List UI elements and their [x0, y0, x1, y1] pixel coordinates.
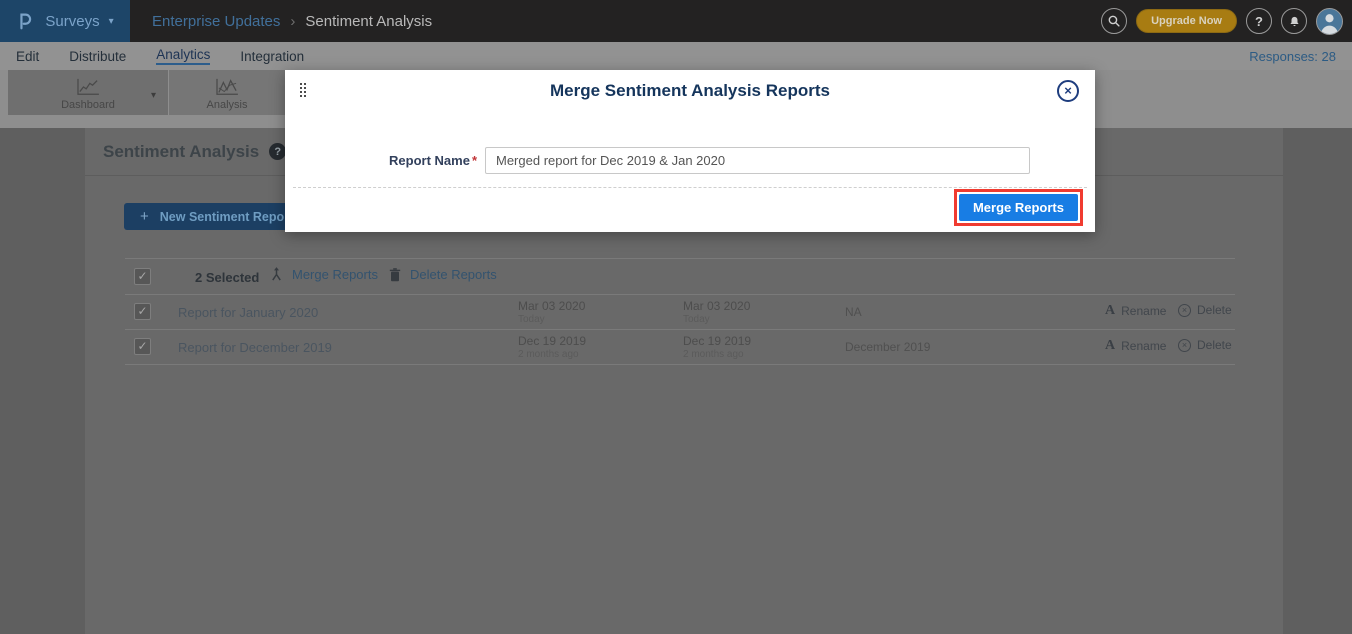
report-name-label-text: Report Name	[389, 153, 470, 168]
question-mark-icon: ?	[1255, 14, 1263, 29]
responses-count: Responses: 28	[1249, 49, 1336, 64]
created-date-relative: 2 months ago	[518, 349, 586, 360]
delete-report-action[interactable]: × Delete	[1178, 338, 1232, 352]
upgrade-now-button[interactable]: Upgrade Now	[1136, 9, 1237, 33]
survey-subnav: Edit Distribute Analytics Integration Re…	[0, 42, 1352, 70]
modified-date: Dec 19 2019	[683, 334, 751, 348]
modified-date-cell: Dec 19 2019 2 months ago	[683, 334, 751, 360]
chevron-down-icon: ▾	[109, 16, 114, 27]
subnav-item-edit[interactable]: Edit	[16, 49, 39, 64]
modified-date-relative: Today	[683, 314, 750, 325]
created-date: Mar 03 2020	[518, 299, 585, 313]
breadcrumb-current-page: Sentiment Analysis	[305, 13, 432, 30]
click-target-annotation: Merge Reports	[954, 189, 1083, 226]
merge-reports-modal: Merge Sentiment Analysis Reports × Repor…	[285, 70, 1095, 232]
product-name: Surveys	[45, 13, 99, 30]
report-label-cell: NA	[845, 305, 862, 319]
toolbar-tab-dashboard[interactable]: ▾ Dashboard	[8, 70, 168, 115]
table-row: ✓ Report for January 2020 Mar 03 2020 To…	[125, 295, 1235, 330]
merge-reports-label: Merge Reports	[292, 267, 378, 282]
table-row: ✓ Report for December 2019 Dec 19 2019 2…	[125, 330, 1235, 365]
delete-reports-action[interactable]: Delete Reports	[389, 267, 497, 282]
report-name-link[interactable]: Report for January 2020	[178, 305, 318, 320]
notifications-button[interactable]	[1281, 8, 1307, 34]
close-icon: ×	[1064, 83, 1072, 98]
trash-icon	[389, 268, 401, 282]
merge-icon	[270, 267, 283, 282]
top-navbar: Surveys ▾ Enterprise Updates › Sentiment…	[0, 0, 1352, 42]
created-date: Dec 19 2019	[518, 334, 586, 348]
breadcrumb-separator-icon: ›	[290, 13, 295, 30]
rename-icon: A	[1105, 338, 1115, 354]
delete-circle-icon: ×	[1178, 304, 1191, 317]
created-date-relative: Today	[518, 314, 585, 325]
modal-close-button[interactable]: ×	[1057, 80, 1079, 102]
selection-action-bar: ✓ 2 Selected Merge Reports Delete Re	[125, 258, 1235, 295]
line-chart-icon	[74, 77, 102, 97]
navbar-actions: Upgrade Now ?	[1101, 8, 1352, 35]
modal-title: Merge Sentiment Analysis Reports	[285, 70, 1095, 112]
selected-count: 2 Selected	[195, 270, 259, 285]
help-icon[interactable]: ?	[269, 143, 286, 160]
rename-label: Rename	[1121, 304, 1166, 318]
delete-reports-label: Delete Reports	[410, 267, 497, 282]
analysis-chart-icon	[213, 77, 241, 97]
delete-circle-icon: ×	[1178, 339, 1191, 352]
row-checkbox[interactable]: ✓	[134, 338, 151, 355]
chevron-down-icon: ▾	[151, 90, 156, 101]
reports-table: ✓ 2 Selected Merge Reports Delete Re	[125, 258, 1235, 365]
subnav-item-distribute[interactable]: Distribute	[69, 49, 126, 64]
breadcrumb-survey-name[interactable]: Enterprise Updates	[152, 13, 280, 30]
subnav-item-integration[interactable]: Integration	[240, 49, 304, 64]
modified-date-cell: Mar 03 2020 Today	[683, 299, 750, 325]
page-title: Sentiment Analysis	[103, 142, 259, 162]
drag-handle-icon[interactable]	[299, 82, 306, 97]
search-button[interactable]	[1101, 8, 1127, 34]
help-button[interactable]: ?	[1246, 8, 1272, 34]
new-sentiment-report-button[interactable]: + New Sentiment Report	[124, 203, 309, 230]
merge-reports-submit-button[interactable]: Merge Reports	[959, 194, 1078, 221]
rename-report-action[interactable]: A Rename	[1105, 338, 1166, 354]
rename-label: Rename	[1121, 339, 1166, 353]
toolbar-tab-label: Analysis	[207, 99, 248, 111]
search-icon	[1107, 14, 1121, 28]
report-name-label: Report Name*	[285, 153, 477, 168]
toolbar-tab-analysis[interactable]: Analysis	[169, 70, 285, 115]
select-all-checkbox[interactable]: ✓	[134, 268, 151, 285]
merge-reports-action[interactable]: Merge Reports	[270, 267, 378, 282]
user-avatar[interactable]	[1316, 8, 1343, 35]
plus-icon: +	[140, 208, 149, 225]
person-icon	[1317, 8, 1342, 35]
rename-icon: A	[1105, 303, 1115, 319]
subnav-item-analytics[interactable]: Analytics	[156, 47, 210, 65]
delete-report-action[interactable]: × Delete	[1178, 303, 1232, 317]
required-asterisk: *	[472, 153, 477, 168]
delete-label: Delete	[1197, 338, 1232, 352]
rename-report-action[interactable]: A Rename	[1105, 303, 1166, 319]
breadcrumb: Enterprise Updates › Sentiment Analysis	[152, 13, 432, 30]
new-report-label: New Sentiment Report	[160, 210, 293, 224]
report-name-input[interactable]	[485, 147, 1030, 174]
modified-date-relative: 2 months ago	[683, 349, 751, 360]
report-name-link[interactable]: Report for December 2019	[178, 340, 332, 355]
app-root: Surveys ▾ Enterprise Updates › Sentiment…	[0, 0, 1352, 634]
created-date-cell: Mar 03 2020 Today	[518, 299, 585, 325]
created-date-cell: Dec 19 2019 2 months ago	[518, 334, 586, 360]
modified-date: Mar 03 2020	[683, 299, 750, 313]
delete-label: Delete	[1197, 303, 1232, 317]
modal-divider	[293, 187, 1087, 188]
row-checkbox[interactable]: ✓	[134, 303, 151, 320]
toolbar-tab-label: Dashboard	[61, 99, 115, 111]
product-switcher[interactable]: Surveys ▾	[0, 0, 130, 42]
questionpro-logo-icon	[16, 10, 36, 32]
report-label-cell: December 2019	[845, 340, 930, 354]
modal-header: Merge Sentiment Analysis Reports ×	[285, 70, 1095, 110]
bell-icon	[1288, 15, 1301, 28]
